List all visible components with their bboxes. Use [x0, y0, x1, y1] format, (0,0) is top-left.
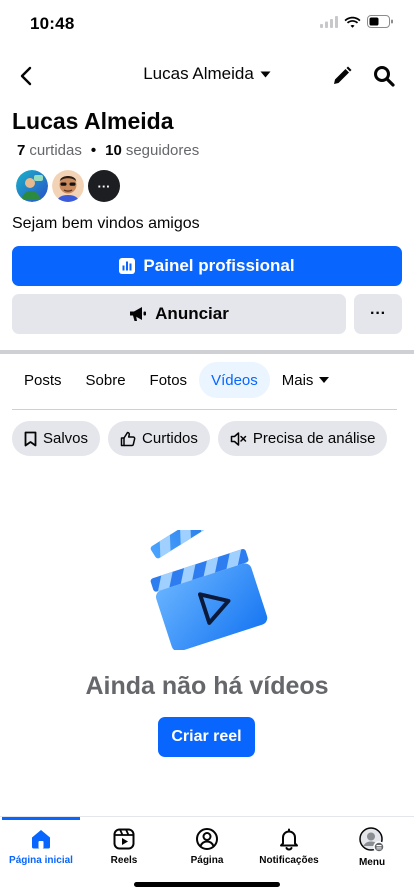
nav-active-indicator [2, 817, 80, 820]
header-title[interactable]: Lucas Almeida [143, 64, 254, 84]
tab-more-label: Mais [281, 371, 314, 389]
nav-page[interactable]: Página [166, 827, 248, 866]
bar-chart-icon [119, 258, 136, 274]
back-button[interactable] [12, 62, 40, 90]
caret-down-icon [319, 377, 330, 383]
filter-needs-review[interactable]: Precisa de análise [217, 421, 388, 456]
chevron-left-icon [20, 66, 32, 86]
caret-down-icon[interactable] [260, 71, 271, 78]
profile-tabs: Posts Sobre Fotos Vídeos Mais [12, 362, 341, 398]
profile-bio: Sejam bem vindos amigos [12, 215, 200, 232]
tab-about[interactable]: Sobre [74, 362, 138, 398]
bookmark-icon [24, 431, 37, 446]
status-icons [320, 15, 394, 33]
nav-home-label: Página inicial [9, 855, 73, 866]
nav-menu-label: Menu [358, 857, 386, 868]
thumbs-up-icon [120, 431, 136, 446]
top-header: Lucas Almeida [0, 56, 414, 96]
tabs-divider [12, 409, 397, 410]
signal-icon [320, 15, 338, 33]
filter-liked-label: Curtidos [142, 430, 198, 447]
friends-avatars: ··· [16, 170, 120, 202]
professional-panel-button[interactable]: Painel profissional [12, 246, 402, 286]
profile-name: Lucas Almeida [12, 108, 174, 134]
filter-liked[interactable]: Curtidos [108, 421, 210, 456]
filter-saved[interactable]: Salvos [12, 421, 101, 456]
create-reel-button[interactable]: Criar reel [158, 717, 255, 757]
advertise-button[interactable]: Anunciar [12, 294, 346, 334]
megaphone-icon [130, 307, 147, 321]
nav-notifications[interactable]: Notificações [248, 827, 330, 866]
nav-reels[interactable]: Reels [83, 827, 165, 866]
more-actions-button[interactable]: ··· [354, 294, 402, 334]
nav-home[interactable]: Página inicial [0, 827, 82, 866]
section-divider [0, 350, 414, 354]
tab-photos[interactable]: Fotos [138, 362, 200, 398]
tab-videos[interactable]: Vídeos [199, 362, 270, 398]
nav-page-label: Página [190, 855, 224, 866]
separator-dot: • [90, 142, 97, 159]
battery-icon [367, 15, 394, 33]
followers-label[interactable]: seguidores [126, 142, 199, 159]
video-filters: Salvos Curtidos Precisa de análise [12, 421, 388, 456]
clapperboard-icon [146, 495, 268, 652]
followers-count[interactable]: 10 [105, 142, 122, 159]
friend-avatar[interactable] [16, 170, 48, 202]
likes-label[interactable]: curtidas [29, 142, 82, 159]
search-icon [374, 66, 395, 87]
edit-button[interactable] [328, 62, 356, 90]
nav-menu[interactable]: Menu [331, 827, 413, 868]
reels-icon [113, 828, 135, 850]
profile-stats: 7 curtidas • 10 seguidores [17, 142, 199, 159]
advertise-label: Anunciar [155, 304, 229, 323]
empty-state-title: Ainda não há vídeos [85, 672, 329, 700]
status-bar: 10:48 [0, 0, 414, 48]
filter-needs-review-label: Precisa de análise [252, 430, 376, 447]
filter-saved-label: Salvos [43, 430, 89, 447]
home-icon [32, 830, 50, 849]
nav-reels-label: Reels [110, 855, 138, 866]
wifi-icon [344, 15, 361, 33]
more-friends-button[interactable]: ··· [88, 170, 120, 202]
menu-avatar-icon [359, 827, 385, 853]
search-button[interactable] [370, 62, 398, 90]
bell-icon [280, 828, 298, 851]
muted-speaker-icon [230, 431, 247, 446]
pencil-icon [334, 66, 352, 84]
tab-posts[interactable]: Posts [12, 362, 74, 398]
professional-panel-label: Painel profissional [143, 256, 295, 275]
likes-count[interactable]: 7 [17, 142, 25, 159]
nav-notifications-label: Notificações [259, 855, 319, 866]
friend-avatar[interactable] [52, 170, 84, 202]
status-time: 10:48 [30, 14, 75, 33]
home-indicator [134, 882, 280, 887]
page-profile-icon [196, 828, 218, 850]
tab-more[interactable]: Mais [270, 362, 342, 398]
